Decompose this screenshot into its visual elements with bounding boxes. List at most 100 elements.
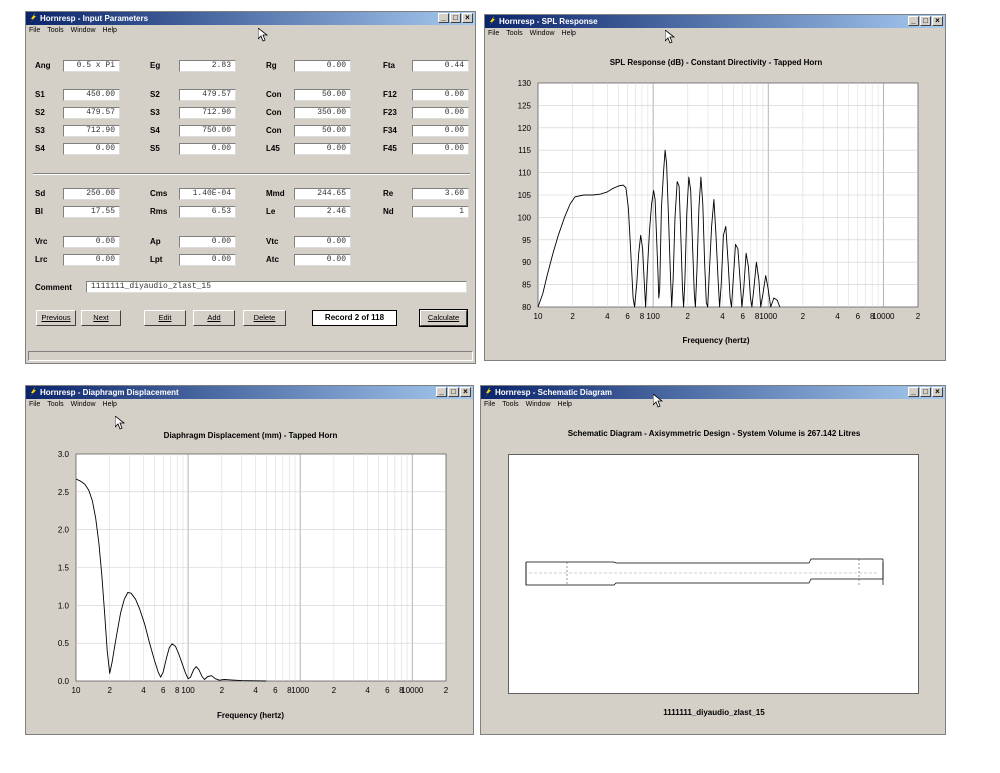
calculate-button[interactable]: Calculate bbox=[419, 309, 468, 327]
param-label: Con bbox=[266, 108, 282, 117]
param-field[interactable]: 3.60 bbox=[412, 188, 469, 200]
param-label: Vtc bbox=[266, 237, 279, 246]
param-label: Mmd bbox=[266, 189, 285, 198]
spl-response-titlebar[interactable]: Hornresp - SPL Response _ □ × bbox=[485, 15, 945, 28]
param-field[interactable]: 0.00 bbox=[294, 60, 351, 72]
param-field[interactable]: 0.00 bbox=[294, 236, 351, 248]
menu-tools[interactable]: Tools bbox=[47, 25, 63, 36]
param-field[interactable]: 350.00 bbox=[294, 107, 351, 119]
param-field[interactable]: 0.44 bbox=[412, 60, 469, 72]
minimize-icon[interactable]: _ bbox=[908, 16, 919, 26]
schematic-diagram-window: Hornresp - Schematic Diagram _ □ × File … bbox=[480, 385, 946, 735]
schematic-diagram-titlebar[interactable]: Hornresp - Schematic Diagram _ □ × bbox=[481, 386, 945, 399]
menu-help[interactable]: Help bbox=[103, 25, 117, 36]
param-field[interactable]: 712.90 bbox=[179, 107, 236, 119]
maximize-icon[interactable]: □ bbox=[448, 387, 459, 397]
param-field[interactable]: 479.57 bbox=[63, 107, 120, 119]
x-tick-label: 4 bbox=[365, 686, 370, 695]
next-button[interactable]: Next bbox=[81, 310, 121, 326]
menu-file[interactable]: File bbox=[488, 28, 499, 39]
maximize-icon[interactable]: □ bbox=[920, 387, 931, 397]
param-field[interactable]: 1.40E-04 bbox=[179, 188, 236, 200]
menu-tools[interactable]: Tools bbox=[506, 28, 522, 39]
delete-button[interactable]: Delete bbox=[243, 310, 286, 326]
x-tick-label: 2 bbox=[220, 686, 225, 695]
hornresp-logo-icon bbox=[30, 13, 36, 23]
y-tick-label: 100 bbox=[518, 213, 532, 222]
menu-window[interactable]: Window bbox=[71, 25, 96, 36]
close-icon[interactable]: × bbox=[460, 387, 471, 397]
param-field[interactable]: 0.00 bbox=[412, 143, 469, 155]
param-field[interactable]: 0.00 bbox=[412, 107, 469, 119]
previous-button[interactable]: Previous bbox=[36, 310, 76, 326]
param-label: F34 bbox=[383, 126, 397, 135]
y-tick-label: 90 bbox=[522, 258, 531, 267]
param-field[interactable]: 450.00 bbox=[63, 89, 120, 101]
hornresp-logo-icon bbox=[485, 387, 491, 397]
param-field[interactable]: 479.57 bbox=[179, 89, 236, 101]
minimize-icon[interactable]: _ bbox=[438, 13, 449, 23]
param-field[interactable]: 0.00 bbox=[63, 254, 120, 266]
maximize-icon[interactable]: □ bbox=[920, 16, 931, 26]
param-field[interactable]: 0.00 bbox=[412, 125, 469, 137]
menu-help[interactable]: Help bbox=[562, 28, 576, 39]
menu-window[interactable]: Window bbox=[71, 399, 96, 410]
menu-file[interactable]: File bbox=[29, 25, 40, 36]
horn-outline bbox=[525, 558, 884, 586]
param-field[interactable]: 2.83 bbox=[179, 60, 236, 72]
x-tick-label: 6 bbox=[385, 686, 390, 695]
diaphragm-displacement-window: Hornresp - Diaphragm Displacement _ □ × … bbox=[25, 385, 474, 735]
param-field[interactable]: 0.00 bbox=[63, 236, 120, 248]
param-field[interactable]: 17.55 bbox=[63, 206, 120, 218]
param-field[interactable]: 0.00 bbox=[179, 254, 236, 266]
minimize-icon[interactable]: _ bbox=[908, 387, 919, 397]
y-tick-label: 125 bbox=[518, 101, 532, 110]
close-icon[interactable]: × bbox=[932, 16, 943, 26]
param-field[interactable]: 2.46 bbox=[294, 206, 351, 218]
y-tick-label: 2.5 bbox=[58, 488, 70, 497]
menu-window[interactable]: Window bbox=[530, 28, 555, 39]
param-field[interactable]: 6.53 bbox=[179, 206, 236, 218]
close-icon[interactable]: × bbox=[462, 13, 473, 23]
y-tick-label: 2.0 bbox=[58, 526, 70, 535]
maximize-icon[interactable]: □ bbox=[450, 13, 461, 23]
param-field[interactable]: 712.90 bbox=[63, 125, 120, 137]
edit-button[interactable]: Edit bbox=[144, 310, 186, 326]
x-tick-label: 6 bbox=[625, 312, 630, 321]
param-field[interactable]: 244.65 bbox=[294, 188, 351, 200]
param-field[interactable]: 0.5 x Pi bbox=[63, 60, 120, 72]
close-icon[interactable]: × bbox=[932, 387, 943, 397]
add-button[interactable]: Add bbox=[193, 310, 235, 326]
x-tick-label: 6 bbox=[856, 312, 861, 321]
param-field[interactable]: 0.00 bbox=[63, 143, 120, 155]
window-title: Hornresp - Schematic Diagram bbox=[495, 388, 612, 397]
param-label: Rms bbox=[150, 207, 168, 216]
param-field[interactable]: 0.00 bbox=[179, 143, 236, 155]
diaphragm-displacement-chart: 0.00.51.01.52.02.53.010 2 4 6 8 100 2 4 6 8 1000 2 4… bbox=[58, 450, 449, 695]
input-parameters-titlebar[interactable]: Hornresp - Input Parameters _ □ × bbox=[26, 12, 475, 25]
minimize-icon[interactable]: _ bbox=[436, 387, 447, 397]
param-field[interactable]: 1 bbox=[412, 206, 469, 218]
menu-file[interactable]: File bbox=[29, 399, 40, 410]
hornresp-logo-icon bbox=[30, 387, 36, 397]
window-title: Hornresp - Input Parameters bbox=[40, 14, 149, 23]
menu-tools[interactable]: Tools bbox=[47, 399, 63, 410]
param-field[interactable]: 0.00 bbox=[294, 143, 351, 155]
param-field[interactable]: 0.00 bbox=[412, 89, 469, 101]
menu-help[interactable]: Help bbox=[103, 399, 117, 410]
param-field[interactable]: 250.00 bbox=[63, 188, 120, 200]
param-field[interactable]: 50.00 bbox=[294, 125, 351, 137]
param-field[interactable]: 0.00 bbox=[179, 236, 236, 248]
param-field[interactable]: 50.00 bbox=[294, 89, 351, 101]
param-label: S4 bbox=[150, 126, 160, 135]
menu-file[interactable]: File bbox=[484, 399, 495, 410]
diaphragm-displacement-titlebar[interactable]: Hornresp - Diaphragm Displacement _ □ × bbox=[26, 386, 473, 399]
schematic-footer: 1111111_diyaudio_zlast_15 bbox=[663, 708, 765, 717]
comment-field[interactable]: 1111111_diyaudio_zlast_15 bbox=[86, 281, 467, 293]
param-field[interactable]: 0.00 bbox=[294, 254, 351, 266]
menubar: File Tools Window Help bbox=[26, 399, 473, 410]
menu-help[interactable]: Help bbox=[558, 399, 572, 410]
param-field[interactable]: 750.00 bbox=[179, 125, 236, 137]
menu-tools[interactable]: Tools bbox=[502, 399, 518, 410]
menu-window[interactable]: Window bbox=[526, 399, 551, 410]
